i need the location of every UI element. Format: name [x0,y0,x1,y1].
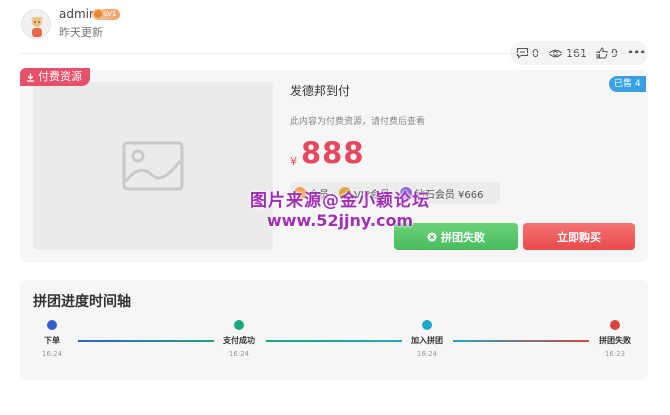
timeline-node-label: 支付成功 [223,336,255,345]
timeline-node: 拼团失败 16:23 [585,320,645,358]
member-price-item: 钻石会员 ¥666 [399,186,484,201]
level-badge: LV1 [92,9,121,20]
button-label: 拼团失败 [441,230,485,244]
timeline-node: 支付成功 16:24 [209,320,269,358]
timeline-connector [453,340,589,342]
buy-now-button[interactable]: 立即购买 [523,223,635,250]
paid-tag-label: 付费资源 [38,70,82,83]
timeline-node-label: 拼团失败 [599,336,631,345]
member-label: 钻石会员 ¥666 [414,189,484,201]
product-title: 发德邦到付 [290,84,351,98]
sold-count-badge: 已售 4 [609,76,646,92]
timeline-node-time: 16:24 [41,350,63,358]
product-price: 888 [301,136,365,170]
member-label: 会员 [309,189,329,201]
currency-symbol: ¥ [290,155,297,168]
timeline-connector [266,340,402,342]
paid-resource-tag: 付费资源 [20,68,90,86]
username[interactable]: admin [59,7,97,21]
group-buy-failed-button[interactable]: 拼团失败 [394,223,518,250]
timeline-node-label: 下单 [44,336,60,345]
download-icon [27,73,34,82]
member-price-item: 会员 [294,186,329,201]
post-time: 昨天更新 [59,26,103,39]
timeline-node: 加入拼团 16:24 [397,320,457,358]
timeline-dot [610,320,620,330]
timeline-connector [78,340,214,342]
member-label: VIP会员 [354,189,390,201]
image-placeholder-icon [122,141,184,191]
timeline-dot [47,320,57,330]
diamond-icon [399,187,412,199]
timeline-dot [422,320,432,330]
timeline-node-time: 16:23 [604,350,626,358]
timeline-title: 拼团进度时间轴 [33,294,131,310]
avatar[interactable] [21,9,51,39]
avatar-icon [31,16,43,37]
member-price-item: VIP会员 [339,186,390,201]
timeline-node-time: 16:24 [416,350,438,358]
product-description: 此内容为付费资源，请付费后查看 [290,117,426,127]
timeline-dot [234,320,244,330]
member-price-row: 会员 VIP会员 钻石会员 ¥666 [290,182,500,204]
timeline-node: 下单 16:24 [22,320,82,358]
header-divider [20,53,648,54]
vip-icon [339,187,351,199]
member-icon [294,187,306,199]
timeline-node-label: 加入拼团 [411,336,443,345]
product-thumbnail[interactable] [33,82,273,250]
close-circle-icon [427,232,437,241]
timeline-node-time: 16:24 [228,350,250,358]
